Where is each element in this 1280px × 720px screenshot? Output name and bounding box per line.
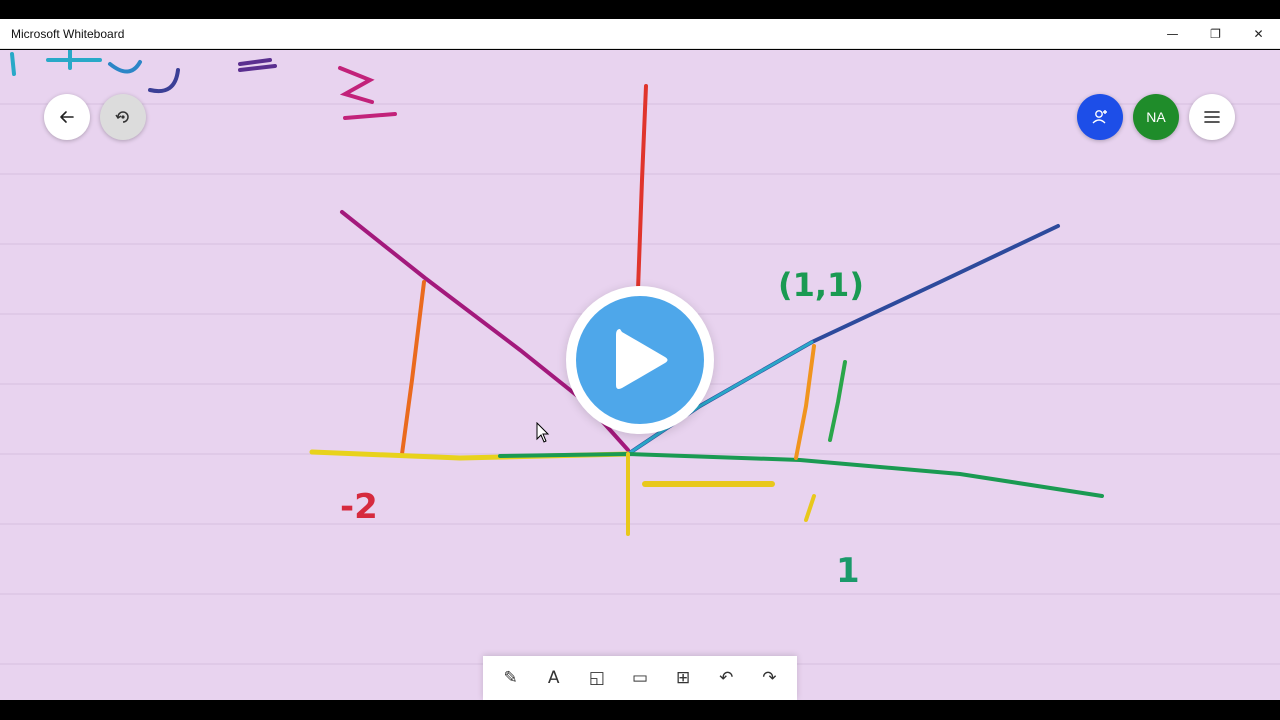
insert-icon[interactable]: ⊞ bbox=[665, 660, 701, 696]
undo-icon[interactable]: ↶ bbox=[708, 660, 744, 696]
letterbox-bottom bbox=[0, 700, 1280, 720]
sticky-note-icon[interactable]: ◱ bbox=[579, 660, 615, 696]
app-title: Microsoft Whiteboard bbox=[11, 26, 125, 41]
y-axis-stroke bbox=[636, 84, 648, 292]
history-button[interactable] bbox=[100, 94, 146, 140]
point-label: (1,1) bbox=[778, 266, 864, 304]
text-tool-icon[interactable]: A bbox=[536, 660, 572, 696]
play-icon bbox=[616, 329, 668, 389]
user-avatar[interactable]: NA bbox=[1133, 94, 1179, 140]
redo-icon[interactable]: ↷ bbox=[751, 660, 787, 696]
back-button[interactable] bbox=[44, 94, 90, 140]
x-axis-green bbox=[498, 451, 1104, 498]
green-tick bbox=[828, 360, 847, 442]
whiteboard-canvas[interactable]: (1,1) -2 1 NA ✎ A ◱ ▭ ⊞ ↶ ↷ bbox=[0, 50, 1280, 700]
small-yellow-mark bbox=[804, 494, 816, 522]
right-drop-line bbox=[794, 344, 816, 460]
image-icon[interactable]: ▭ bbox=[622, 660, 658, 696]
pen-tool-icon[interactable]: ✎ bbox=[493, 660, 529, 696]
mouse-cursor-icon bbox=[536, 422, 550, 443]
minimize-button[interactable]: — bbox=[1151, 19, 1194, 49]
arrow-left-icon bbox=[60, 111, 74, 123]
restore-button[interactable]: ❐ bbox=[1194, 19, 1237, 49]
left-drop-line bbox=[400, 280, 426, 456]
play-button-inner bbox=[576, 296, 704, 424]
bottom-value-label: 1 bbox=[836, 551, 860, 591]
video-play-button[interactable] bbox=[566, 286, 714, 434]
left-value-label: -2 bbox=[340, 487, 378, 527]
bottom-toolbar: ✎ A ◱ ▭ ⊞ ↶ ↷ bbox=[483, 656, 797, 700]
title-bar: Microsoft Whiteboard — ❐ ✕ bbox=[0, 19, 1280, 49]
close-button[interactable]: ✕ bbox=[1237, 19, 1280, 49]
add-person-icon bbox=[1092, 110, 1107, 124]
letterbox-top bbox=[0, 0, 1280, 19]
menu-button[interactable] bbox=[1189, 94, 1235, 140]
undo-history-icon bbox=[115, 111, 129, 123]
invite-button[interactable] bbox=[1077, 94, 1123, 140]
hamburger-menu-icon bbox=[1204, 111, 1220, 123]
